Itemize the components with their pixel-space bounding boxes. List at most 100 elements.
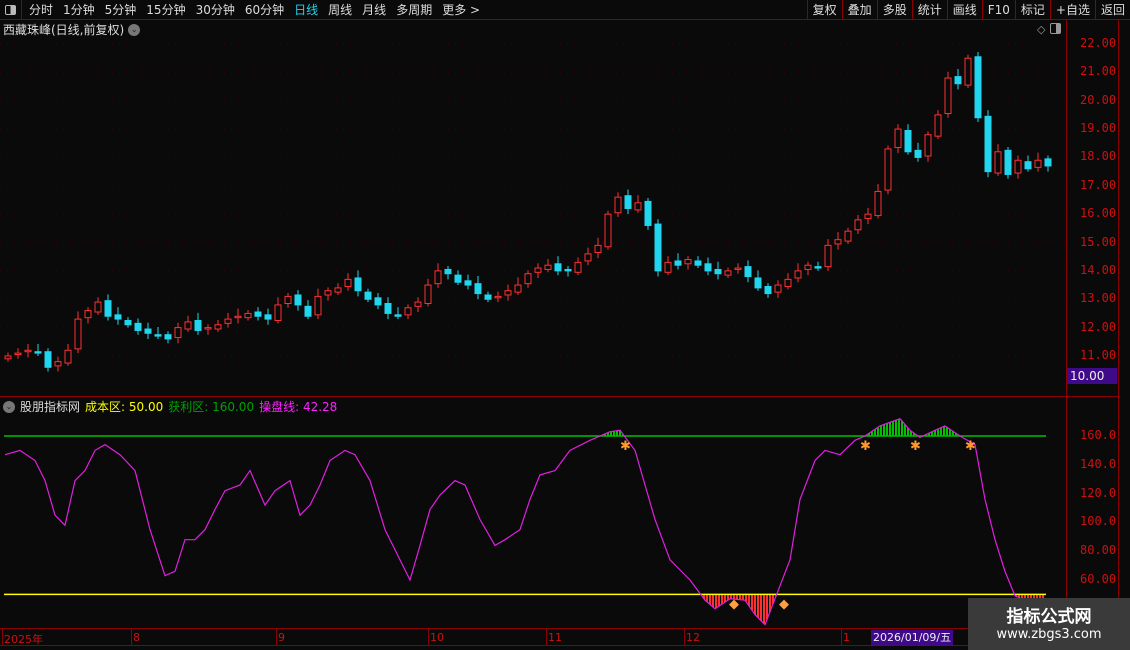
candle-body [734,267,742,270]
candle-body [1004,149,1012,175]
candle-body [984,115,992,173]
candle-body [874,190,882,217]
candle-body [344,278,352,287]
candle-body [804,264,812,270]
diamond-signal-icon: ◆ [779,597,789,612]
candle-body [444,268,452,275]
candle-body [914,149,922,158]
buy-signal-icon: ✱ [965,439,976,454]
candle-body [464,280,472,286]
diamond-signal-icon: ◆ [729,597,739,612]
candle-body [244,312,252,319]
candle-body [1034,159,1042,168]
candle-body [534,267,542,273]
candle-body [604,213,612,248]
candle-body [304,305,312,317]
candle-body [954,76,962,85]
candle-body [634,202,642,211]
price-tick: 21.00 [1080,64,1117,79]
candle-body [924,134,932,157]
candle-body [944,77,952,114]
candle-body [794,270,802,279]
candle-body [754,277,762,289]
candle-body [724,270,732,276]
axis-divider [1066,20,1067,645]
price-tick: 14.00 [1080,262,1117,277]
watermark-title: 指标公式网 [1006,607,1092,627]
candle-body [654,223,662,272]
price-tick: 11.00 [1080,347,1117,362]
candle-body [404,307,412,316]
candle-body [514,284,522,293]
candle-body [474,283,482,295]
candle-body [254,311,262,317]
indicator-tick: 100.0 [1080,514,1117,529]
candle-body [144,328,152,334]
candle-body [434,270,442,285]
candle-body [414,301,422,307]
indicator-tick: 140.0 [1080,456,1117,471]
candle-body [764,285,772,295]
candle-body [354,277,362,292]
candle-body [194,320,202,331]
candle-body [314,295,322,316]
candle-body [134,322,142,331]
candle-body [104,300,112,317]
candle-body [554,263,562,272]
indicator-tick: 80.00 [1080,543,1117,558]
candle-body [974,56,982,119]
candle-body [574,261,582,273]
sidepanel-divider [1118,20,1119,650]
candle-body [494,295,502,299]
candle-body [584,253,592,262]
candle-body [864,213,872,219]
candle-body [174,327,182,339]
candle-body [364,291,372,300]
candle-body [334,287,342,293]
candle-body [684,259,692,265]
candle-body [614,196,622,214]
candle-body [524,273,532,285]
candle-body [14,352,22,356]
candle-body [904,129,912,153]
candle-body [94,301,102,313]
candle-body [24,349,32,353]
candle-body [124,320,132,326]
price-tick: 12.00 [1080,319,1117,334]
candle-body [564,268,572,272]
price-tick: 13.00 [1080,291,1117,306]
candle-body [34,351,42,354]
buy-signal-icon: ✱ [620,439,631,454]
candle-body [854,219,862,231]
candle-body [624,195,632,209]
price-tick: 19.00 [1080,121,1117,136]
candle-body [154,334,162,337]
candle-body [204,327,212,330]
candle-body [84,310,92,319]
candle-body [384,302,392,314]
chart-canvas[interactable]: ✱ ✱ ✱ ✱ ◆ ◆ [0,0,1066,645]
candle-body [834,239,842,245]
candle-body [454,274,462,283]
price-tick: 16.00 [1080,206,1117,221]
candle-body [234,315,242,319]
candle-body [544,264,552,270]
candle-body [394,314,402,317]
candle-body [934,114,942,137]
candle-body [694,260,702,266]
candle-body [774,284,782,293]
candle-body [504,290,512,296]
candle-body [1014,159,1022,174]
candle-body [294,294,302,306]
candle-body [1044,158,1052,167]
candle-body [324,290,332,296]
candle-body [44,351,52,368]
toolbar-button[interactable]: 返回 [1094,0,1130,20]
candle-body [644,200,652,227]
candle-body [184,321,192,330]
candle-body [964,57,972,86]
candle-body [884,148,892,191]
candle-body [164,334,172,340]
candle-body [224,318,232,324]
candle-body [274,304,282,322]
